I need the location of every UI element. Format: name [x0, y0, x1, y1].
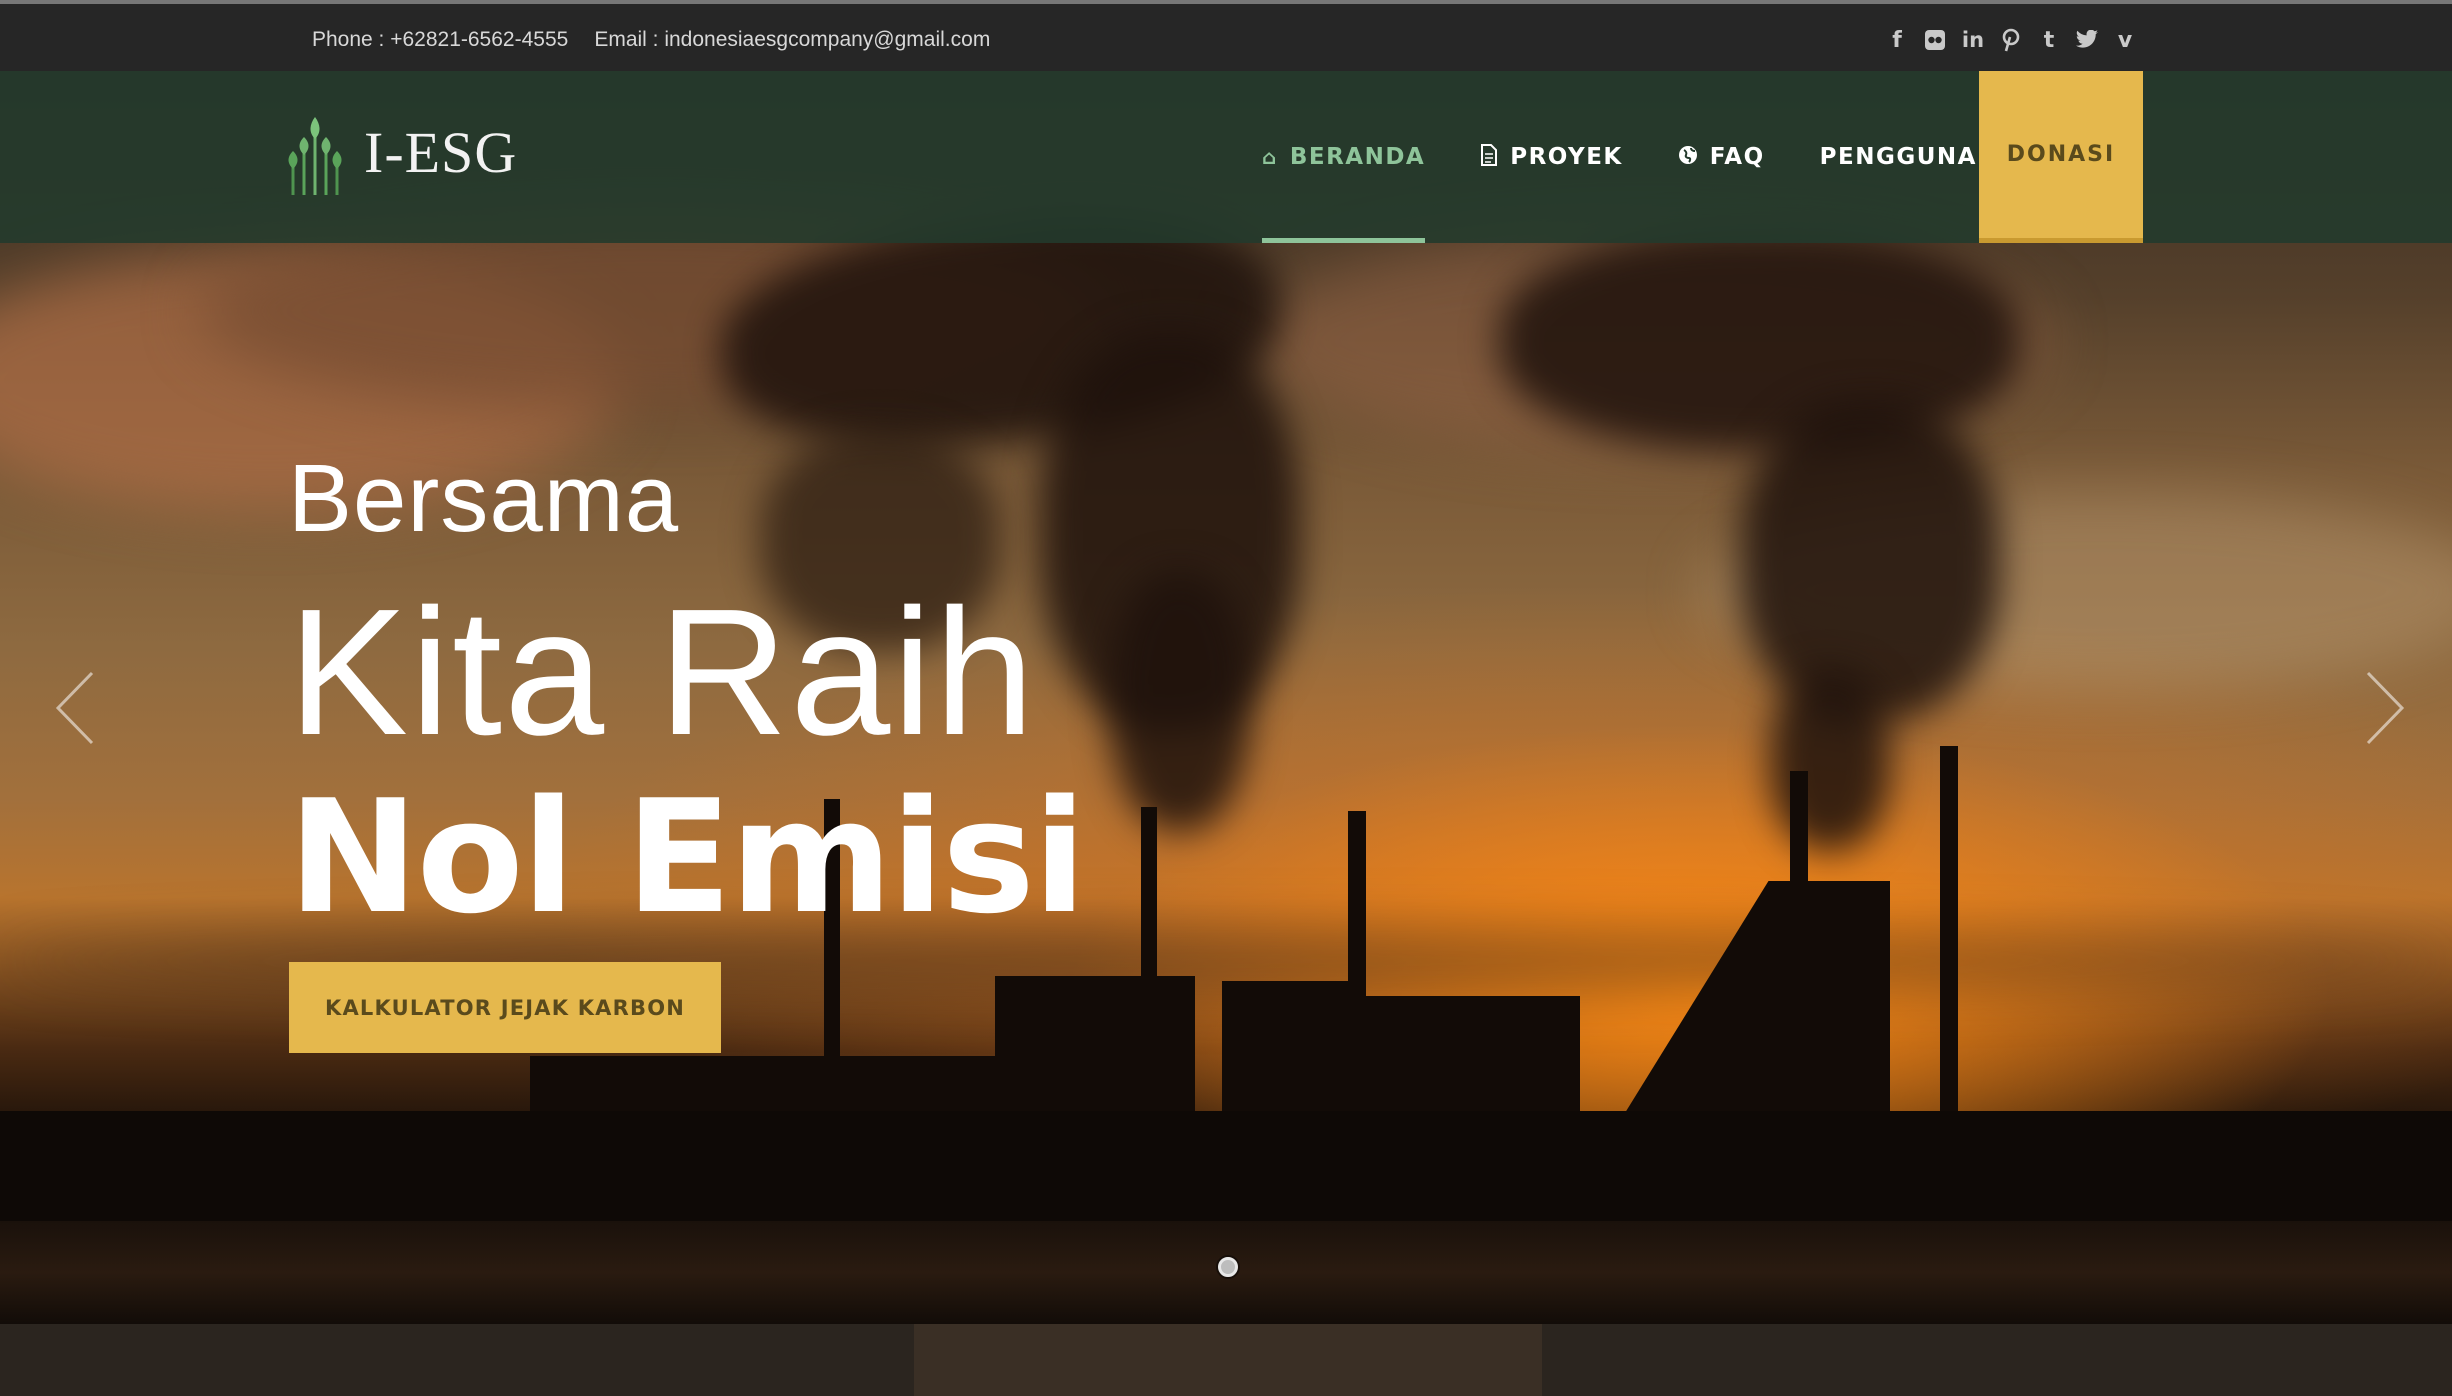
slider-prev-arrow[interactable]	[50, 643, 110, 763]
hero-line-1: Bersama	[288, 445, 680, 552]
slider-next-arrow[interactable]	[2350, 643, 2410, 763]
contact-info: Phone : +62821-6562-4555 Email : indones…	[312, 28, 990, 52]
facebook-icon[interactable]: f	[1885, 26, 1909, 54]
hero-headline: Bersama Kita Raih Nol Emisi	[288, 445, 1086, 948]
leaf-logo-icon	[288, 117, 342, 195]
nav-item-label: BERANDA	[1289, 144, 1426, 170]
hero-line-3: Nol Emisi	[288, 766, 1086, 948]
social-links: f in t v	[1885, 26, 2137, 54]
slider-dot-active[interactable]	[1218, 1257, 1238, 1277]
nav-item-label: PENGGUNA	[1819, 144, 1977, 170]
nav-item-pengguna[interactable]: PENGGUNA	[1820, 71, 1977, 243]
donate-button[interactable]: DONASI	[1979, 71, 2143, 243]
top-info-bar: Phone : +62821-6562-4555 Email : indones…	[0, 0, 2452, 71]
nav-item-faq[interactable]: FAQ	[1678, 71, 1765, 243]
factory-building	[1222, 981, 1362, 1121]
primary-nav: ⌂ BERANDA PROYEK FAQ PENGGUNA	[1262, 71, 2032, 243]
email-text: Email : indonesiaesgcompany@gmail.com	[594, 28, 991, 51]
chimney	[1940, 746, 1958, 1126]
carbon-calculator-button[interactable]: KALKULATOR JEJAK KARBON	[289, 962, 721, 1053]
linkedin-icon[interactable]: in	[1961, 26, 1985, 54]
smoke-plume	[1110, 571, 1250, 831]
tumblr-icon[interactable]: t	[2037, 26, 2061, 54]
smoke-plume	[1770, 671, 1890, 851]
ski-slope-building	[1620, 881, 1890, 1121]
brand-name: I-ESG	[364, 119, 518, 185]
twitter-icon[interactable]	[2075, 26, 2099, 54]
main-navbar: I-ESG ⌂ BERANDA PROYEK FAQ PENGGUNA DONA…	[0, 71, 2452, 243]
chevron-left-icon	[55, 671, 94, 745]
smoke-plume	[1500, 231, 2020, 451]
factory-building	[1360, 996, 1580, 1121]
hero-slider: I-ESG ⌂ BERANDA PROYEK FAQ PENGGUNA DONA…	[0, 71, 2452, 1324]
home-icon: ⌂	[1262, 145, 1278, 169]
nav-item-proyek[interactable]: PROYEK	[1480, 71, 1623, 243]
document-icon	[1480, 143, 1498, 171]
brand-logo[interactable]: I-ESG	[284, 107, 517, 197]
nav-item-beranda[interactable]: ⌂ BERANDA	[1262, 71, 1426, 243]
nav-item-label: PROYEK	[1510, 144, 1623, 170]
phone-text: Phone : +62821-6562-4555	[312, 28, 569, 51]
globe-icon	[1678, 145, 1698, 170]
next-section-strip	[0, 1324, 2452, 1396]
pinterest-icon[interactable]	[1999, 26, 2023, 54]
hero-line-2: Kita Raih	[288, 572, 1037, 773]
smoke-plume	[1740, 401, 2000, 721]
section-panel	[914, 1324, 1542, 1396]
flickr-icon[interactable]	[1923, 26, 1947, 54]
nav-item-label: FAQ	[1709, 144, 1765, 170]
chevron-right-icon	[2366, 671, 2405, 745]
vimeo-icon[interactable]: v	[2113, 26, 2137, 54]
